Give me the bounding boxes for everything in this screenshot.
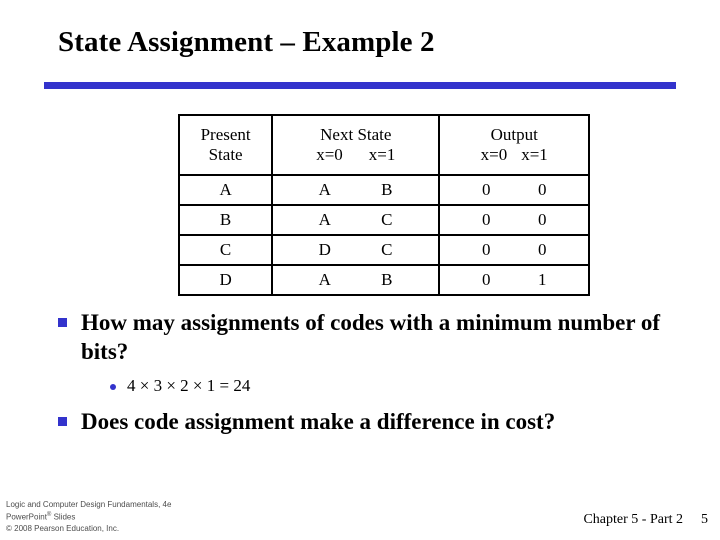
cell-output-x1: 0 <box>537 240 547 259</box>
footer-copyright: © 2008 Pearson Education, Inc. <box>6 523 120 533</box>
cell-output-x0: 0 <box>481 180 491 199</box>
column-header-present-state: Present State <box>177 114 274 176</box>
cell-next-state: D C <box>271 234 441 266</box>
cell-output: 0 0 <box>438 234 590 266</box>
title-divider-rule <box>44 82 676 89</box>
bullet-list: How may assignments of codes with a mini… <box>58 308 698 440</box>
table-header: Present State Next State x=0 x=1 Output <box>177 114 590 176</box>
output-pair: 0 1 <box>440 270 588 290</box>
next-state-pair: D C <box>273 240 438 260</box>
cell-output-x1: 0 <box>537 210 547 229</box>
cell-next-state: A C <box>271 204 441 236</box>
slide-page-number: 5 <box>701 512 708 527</box>
cell-present-state: D <box>177 264 274 296</box>
next-state-header-label: Next State <box>320 124 392 144</box>
output-pair: 0 0 <box>440 210 588 230</box>
present-state-header-line2: State <box>208 145 243 164</box>
state-table: Present State Next State x=0 x=1 Output <box>177 114 590 296</box>
table-body: A A B 0 0 B A C 0 0 C D C 0 0 D A B 0 1 <box>177 174 590 296</box>
next-state-pair: A B <box>273 180 438 200</box>
table-row: C D C 0 0 <box>177 234 590 266</box>
column-header-next-state: Next State x=0 x=1 <box>271 114 441 176</box>
output-header-stack: Output x=0 x=1 <box>440 125 588 165</box>
footer-slides-line: PowerPoint® Slides <box>6 511 171 523</box>
present-state-header-stack: Present State <box>180 125 271 165</box>
square-bullet-icon <box>58 318 67 327</box>
cell-output-x0: 0 <box>481 270 491 289</box>
cell-next-state-x0: A <box>318 210 331 229</box>
cell-output: 0 0 <box>438 204 590 236</box>
cell-next-state-x1: C <box>381 210 393 229</box>
bullet-text-permutation-count: 4 × 3 × 2 × 1 = 24 <box>127 375 251 395</box>
next-state-pair: A C <box>273 210 438 230</box>
cell-next-state-x1: C <box>381 240 393 259</box>
cell-output-x0: 0 <box>481 240 491 259</box>
table-row: B A C 0 0 <box>177 204 590 236</box>
footer-chapter-label: Chapter 5 - Part 2 <box>583 512 683 527</box>
cell-output-x1: 1 <box>537 270 547 289</box>
cell-next-state: A B <box>271 264 441 296</box>
round-bullet-icon <box>110 383 116 390</box>
list-item: How may assignments of codes with a mini… <box>58 308 698 367</box>
list-item: 4 × 3 × 2 × 1 = 24 <box>110 375 698 397</box>
cell-present-state: B <box>177 204 274 236</box>
cell-next-state-x1: B <box>381 270 393 289</box>
present-state-header-line1: Present <box>200 124 251 144</box>
page-title: State Assignment – Example 2 <box>58 26 435 58</box>
output-pair: 0 0 <box>440 180 588 200</box>
cell-output-x0: 0 <box>481 210 491 229</box>
column-header-output: Output x=0 x=1 <box>438 114 590 176</box>
copyright-footer: Logic and Computer Design Fundamentals, … <box>6 499 171 534</box>
cell-next-state-x0: A <box>318 270 331 289</box>
cell-next-state-x1: B <box>381 180 393 199</box>
square-bullet-icon <box>58 416 67 426</box>
cell-next-state: A B <box>271 174 441 206</box>
cell-next-state-x0: D <box>318 240 331 259</box>
slide-footer: Chapter 5 - Part 2 5 <box>583 512 708 528</box>
table-header-row: Present State Next State x=0 x=1 Output <box>177 114 590 176</box>
cell-output-x1: 0 <box>537 180 547 199</box>
next-state-subheaders: x=0 x=1 <box>316 145 395 165</box>
next-state-subheader-x0: x=0 <box>316 145 343 164</box>
next-state-header-stack: Next State x=0 x=1 <box>273 125 438 165</box>
footer-slides-suffix: Slides <box>51 512 76 522</box>
cell-output: 0 1 <box>438 264 590 296</box>
output-header-label: Output <box>490 124 538 144</box>
output-subheader-x1: x=1 <box>521 145 548 164</box>
cell-next-state-x0: A <box>318 180 331 199</box>
cell-present-state: C <box>177 234 274 266</box>
output-subheaders: x=0 x=1 <box>481 145 548 165</box>
footer-book-title: Logic and Computer Design Fundamentals, … <box>6 500 172 510</box>
cell-present-state: A <box>177 174 274 206</box>
output-subheader-x0: x=0 <box>480 145 508 164</box>
next-state-pair: A B <box>273 270 438 290</box>
list-item: Does code assignment make a difference i… <box>58 407 698 436</box>
bullet-text-minimum-bits: How may assignments of codes with a mini… <box>81 310 661 365</box>
cell-output: 0 0 <box>438 174 590 206</box>
output-pair: 0 0 <box>440 240 588 260</box>
next-state-subheader-x1: x=1 <box>368 145 396 164</box>
table-row: D A B 0 1 <box>177 264 590 296</box>
table-row: A A B 0 0 <box>177 174 590 206</box>
footer-slides-label: PowerPoint <box>6 512 47 522</box>
bullet-text-cost-difference: Does code assignment make a difference i… <box>81 408 556 434</box>
